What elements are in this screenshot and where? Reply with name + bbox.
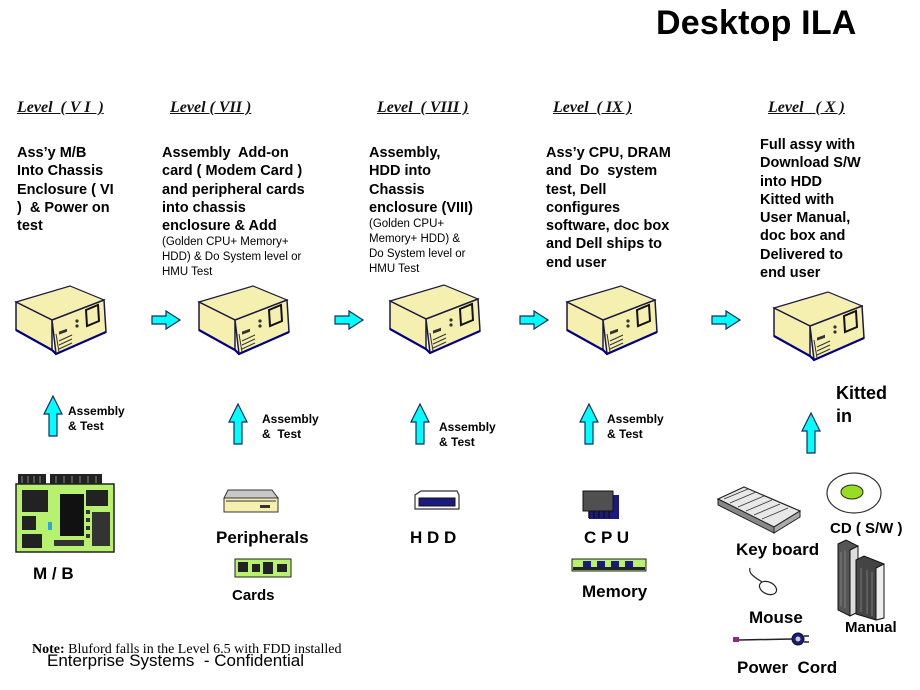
input-label-ix: Assembly & Test <box>607 412 664 441</box>
up-arrow-icon <box>801 412 821 454</box>
power-cord-icon <box>733 632 809 646</box>
description-line: into HDD <box>760 173 823 190</box>
description-line: Assembly Add-on <box>162 145 289 161</box>
description-line: test <box>17 218 43 235</box>
cpu-chip-icon <box>582 490 619 519</box>
up-arrow-icon <box>228 403 248 445</box>
mouse-icon <box>749 567 778 596</box>
description-line: card ( Modem Card ) <box>162 163 303 180</box>
description-line: software, doc box <box>546 218 670 235</box>
desktop-chassis-icon <box>772 290 866 362</box>
level-heading-x: Level ( X ) <box>768 99 845 116</box>
up-arrow-icon <box>410 403 430 445</box>
input-label-vi: Assembly & Test <box>68 404 125 433</box>
right-arrow-icon <box>334 310 364 330</box>
description-line: Assembly, <box>369 145 441 161</box>
description-line: Ass’y CPU, DRAM <box>546 145 671 161</box>
description-line: Chassis <box>369 181 425 198</box>
hard-drive-icon <box>414 490 460 510</box>
description-line: doc box and <box>760 228 846 245</box>
right-arrow-icon <box>519 310 549 330</box>
component-label-cards: Cards <box>232 587 275 604</box>
desktop-chassis-icon <box>388 283 482 355</box>
component-label-mb: M / B <box>33 564 74 583</box>
desktop-chassis-icon <box>197 284 291 356</box>
component-label-power-cord: Power Cord <box>737 658 838 677</box>
level-description-vi: Ass’y M/B Into Chassis Enclosure ( VI ) … <box>17 144 114 235</box>
component-label-cpu: C P U <box>584 528 630 547</box>
memory-module-icon <box>571 558 647 572</box>
description-line: into chassis <box>162 199 246 216</box>
desktop-chassis-icon <box>565 284 659 356</box>
level-heading-ix: Level ( IX ) <box>553 99 633 116</box>
description-line: User Manual, <box>760 210 851 227</box>
expansion-card-icon <box>234 558 292 578</box>
right-arrow-icon <box>711 310 741 330</box>
description-line: Download S/W <box>760 155 861 172</box>
level-heading-vii: Level ( VII ) <box>170 99 252 116</box>
level-heading-viii: Level ( VIII ) <box>377 99 469 116</box>
description-line: end user <box>760 265 821 282</box>
cd-disc-icon <box>826 472 882 514</box>
motherboard-icon <box>15 474 115 553</box>
description-line: test, Dell <box>546 181 607 198</box>
description-line: enclosure (VIII) <box>369 199 473 216</box>
level-heading-vi: Level ( V I ) <box>17 99 104 116</box>
desktop-chassis-icon <box>14 284 108 356</box>
description-line: Ass’y M/B <box>17 145 87 161</box>
description-line: Delivered to <box>760 246 843 263</box>
description-line: Kitted with <box>760 191 835 208</box>
level-description-ix: Ass’y CPU, DRAM and Do system test, Dell… <box>546 144 671 272</box>
level-description-vii: Assembly Add-on card ( Modem Card ) and … <box>162 144 305 280</box>
input-label-vii: Assembly & Test <box>262 412 319 441</box>
component-label-manual: Manual <box>845 619 897 636</box>
description-line: Into Chassis <box>17 163 104 180</box>
level-description-viii: Assembly, HDD into Chassis enclosure (VI… <box>369 144 473 277</box>
component-label-hdd: H D D <box>410 528 457 547</box>
description-line: and peripheral cards <box>162 181 305 198</box>
description-line: end user <box>546 254 607 271</box>
level-description-x: Full assy with Download S/W into HDD Kit… <box>760 136 861 282</box>
description-line: and Dell ships to <box>546 236 663 253</box>
up-arrow-icon <box>43 395 63 437</box>
up-arrow-icon <box>579 403 599 445</box>
input-label-x: Kitted in <box>836 383 887 426</box>
description-line: enclosure & Add <box>162 218 277 235</box>
manual-books-icon <box>837 539 885 621</box>
level-sub-description: (Golden CPU+ Memory+ HDD) & Do System lev… <box>162 236 302 279</box>
input-label-viii: Assembly & Test <box>439 420 496 449</box>
description-line: Full assy with <box>760 137 856 153</box>
right-arrow-icon <box>151 310 181 330</box>
component-label-peripherals: Peripherals <box>216 528 309 547</box>
footer-confidential: Enterprise Systems - Confidential <box>47 651 304 670</box>
description-line: configures <box>546 199 621 216</box>
description-line: ) & Power on <box>17 199 110 216</box>
level-sub-description: (Golden CPU+ Memory+ HDD) & Do System leve… <box>369 218 466 276</box>
component-label-cd: CD ( S/W ) <box>830 520 903 537</box>
keyboard-icon <box>716 486 802 534</box>
description-line: Enclosure ( VI <box>17 181 114 198</box>
page-title: Desktop ILA <box>656 4 857 42</box>
floppy-drive-icon <box>223 489 279 513</box>
description-line: and Do system <box>546 163 658 180</box>
component-label-keyboard: Key board <box>736 540 820 559</box>
component-label-memory: Memory <box>582 582 648 601</box>
component-label-mouse: Mouse <box>749 608 803 627</box>
description-line: HDD into <box>369 163 432 180</box>
